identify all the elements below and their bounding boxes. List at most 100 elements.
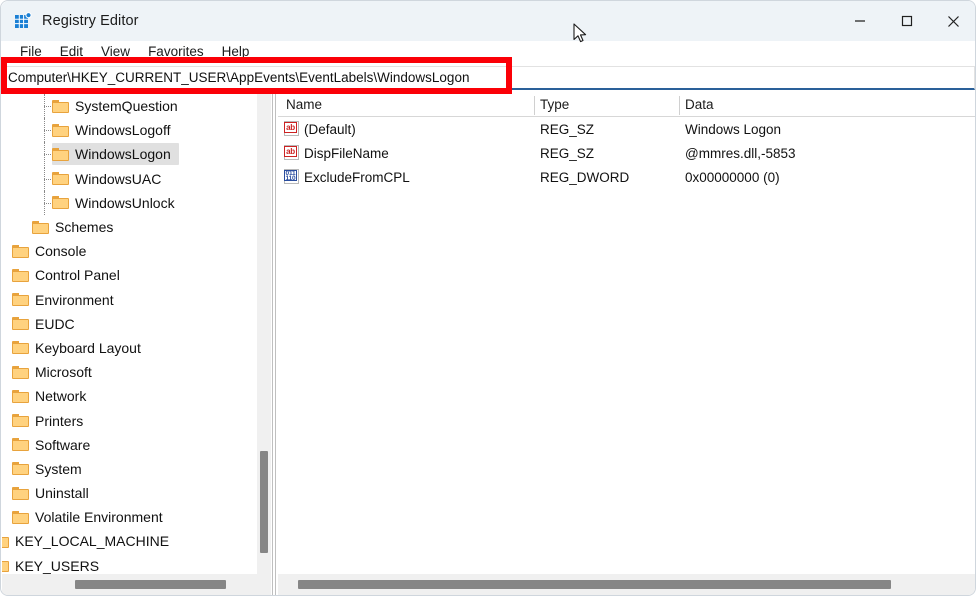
dword-value-icon: 011 110 xyxy=(284,169,300,185)
tree-item-windowslogoff[interactable]: WindowsLogoff xyxy=(2,118,272,143)
folder-icon xyxy=(32,220,49,234)
tree-item-printers[interactable]: Printers xyxy=(2,408,272,432)
column-divider[interactable] xyxy=(534,96,535,115)
tree-item-uninstall[interactable]: Uninstall xyxy=(2,481,272,505)
column-header-type[interactable]: Type xyxy=(540,97,569,112)
tree-item-label: Software xyxy=(35,436,91,453)
tree-item-label: WindowsLogoff xyxy=(75,122,171,139)
tree-item-label: Keyboard Layout xyxy=(35,339,141,356)
tree-item-windowslogon[interactable]: WindowsLogon xyxy=(2,142,272,167)
folder-icon xyxy=(2,559,9,573)
tree-item-software[interactable]: Software xyxy=(2,433,272,457)
value-name-cell: (Default) xyxy=(304,121,356,137)
folder-icon xyxy=(12,486,29,500)
folder-icon xyxy=(12,389,29,403)
folder-icon xyxy=(52,99,69,113)
value-type-cell: REG_SZ xyxy=(540,121,595,137)
menu-item-edit[interactable]: Edit xyxy=(51,41,92,63)
tree-item-microsoft[interactable]: Microsoft xyxy=(2,360,272,384)
tree-item-control-panel[interactable]: Control Panel xyxy=(2,263,272,287)
tree-vertical-scrollbar-thumb[interactable] xyxy=(260,451,268,553)
value-name-cell: DispFileName xyxy=(304,145,389,161)
tree-item-systemquestion[interactable]: SystemQuestion xyxy=(2,94,272,118)
tree-item-console[interactable]: Console xyxy=(2,239,272,263)
value-data-cell: Windows Logon xyxy=(685,121,782,137)
folder-icon xyxy=(12,438,29,452)
tree-item-label: Volatile Environment xyxy=(35,509,163,526)
tree-item-key-local-machine[interactable]: KEY_LOCAL_MACHINE xyxy=(2,529,272,553)
mouse-cursor xyxy=(573,23,589,50)
value-row[interactable]: ab (Default) REG_SZ Windows Logon xyxy=(278,117,975,141)
folder-icon xyxy=(12,268,29,282)
list-column-headers: Name Type Data xyxy=(278,94,975,117)
tree-item-keyboard-layout[interactable]: Keyboard Layout xyxy=(2,336,272,360)
tree-horizontal-scrollbar-thumb[interactable] xyxy=(75,580,226,589)
value-data-cell: @mmres.dll,-5853 xyxy=(685,145,796,161)
tree-item-windowsunlock[interactable]: WindowsUnlock xyxy=(2,190,272,215)
folder-icon xyxy=(52,196,69,210)
folder-icon xyxy=(12,293,29,307)
folder-icon xyxy=(52,147,69,161)
value-row[interactable]: 011 110 ExcludeFromCPL REG_DWORD 0x00000000 … xyxy=(278,165,975,189)
tree-item-label: Control Panel xyxy=(35,267,120,284)
list-horizontal-scrollbar-thumb[interactable] xyxy=(298,580,891,589)
window-controls xyxy=(836,1,975,41)
tree-item-eudc[interactable]: EUDC xyxy=(2,312,272,336)
tree-item-label: KEY_USERS xyxy=(15,557,100,574)
window-title: Registry Editor xyxy=(42,13,139,29)
tree-item-label: Network xyxy=(35,388,87,405)
tree-item-label: WindowsLogon xyxy=(75,146,171,163)
folder-icon xyxy=(52,172,69,186)
folder-icon xyxy=(12,341,29,355)
column-divider[interactable] xyxy=(679,96,680,115)
tree-item-network[interactable]: Network xyxy=(2,384,272,408)
tree-item-volatile-environment[interactable]: Volatile Environment xyxy=(2,505,272,529)
menu-bar: File Edit View Favorites Help xyxy=(1,41,975,63)
registry-editor-window: Registry Editor File Edit View Favorites Hel… xyxy=(0,0,976,596)
tree-item-schemes[interactable]: Schemes xyxy=(2,215,272,239)
tree-item-label: Environment xyxy=(35,291,114,308)
column-header-data[interactable]: Data xyxy=(685,97,714,112)
address-bar[interactable]: Computer\HKEY_CURRENT_USER\AppEvents\Eve… xyxy=(1,63,975,93)
tree-item-label: Printers xyxy=(35,412,84,429)
value-name-cell: ExcludeFromCPL xyxy=(304,169,410,185)
close-button[interactable] xyxy=(930,1,975,41)
menu-item-help[interactable]: Help xyxy=(213,41,259,63)
folder-icon xyxy=(12,462,29,476)
title-bar[interactable]: Registry Editor xyxy=(1,1,975,41)
tree-item-label: EUDC xyxy=(35,315,75,332)
tree-item-label: WindowsUAC xyxy=(75,170,162,187)
maximize-button[interactable] xyxy=(883,1,930,41)
string-value-icon: ab xyxy=(284,145,300,161)
tree-item-system[interactable]: System xyxy=(2,457,272,481)
value-data-cell: 0x00000000 (0) xyxy=(685,169,780,185)
address-input[interactable]: Computer\HKEY_CURRENT_USER\AppEvents\Eve… xyxy=(3,66,975,90)
column-header-name[interactable]: Name xyxy=(286,97,322,112)
tree-item-key-users[interactable]: KEY_USERS xyxy=(2,554,272,574)
list-rows: ab (Default) REG_SZ Windows Logon ab DispFile… xyxy=(278,117,975,189)
folder-icon xyxy=(52,123,69,137)
pane-splitter[interactable] xyxy=(272,94,276,595)
tree-item-label: Console xyxy=(35,243,87,260)
value-type-cell: REG_DWORD xyxy=(540,169,630,185)
value-row[interactable]: ab DispFileName REG_SZ @mmres.dll,-5853 xyxy=(278,141,975,165)
registry-editor-icon xyxy=(14,12,32,30)
menu-item-favorites[interactable]: Favorites xyxy=(139,41,213,63)
menu-item-file[interactable]: File xyxy=(11,41,51,63)
menu-item-view[interactable]: View xyxy=(92,41,139,63)
tree-item-label: System xyxy=(35,460,82,477)
folder-icon xyxy=(12,244,29,258)
folder-icon xyxy=(2,535,9,548)
tree-item-label: WindowsUnlock xyxy=(75,194,175,211)
tree-item-label: SystemQuestion xyxy=(75,98,178,115)
tree-item-windowsuac[interactable]: WindowsUAC xyxy=(2,166,272,191)
minimize-button[interactable] xyxy=(836,1,883,41)
tree-item-environment[interactable]: Environment xyxy=(2,288,272,312)
folder-icon xyxy=(12,510,29,524)
string-value-icon: ab xyxy=(284,121,300,137)
address-path-text: Computer\HKEY_CURRENT_USER\AppEvents\Eve… xyxy=(8,70,470,85)
folder-icon xyxy=(12,317,29,331)
registry-values-pane[interactable]: Name Type Data ab (Default) REG_SZ Windows Lo… xyxy=(278,94,975,574)
registry-tree-pane[interactable]: SystemQuestion WindowsLogoff WindowsLogon W… xyxy=(2,94,272,574)
folder-icon xyxy=(12,414,29,428)
